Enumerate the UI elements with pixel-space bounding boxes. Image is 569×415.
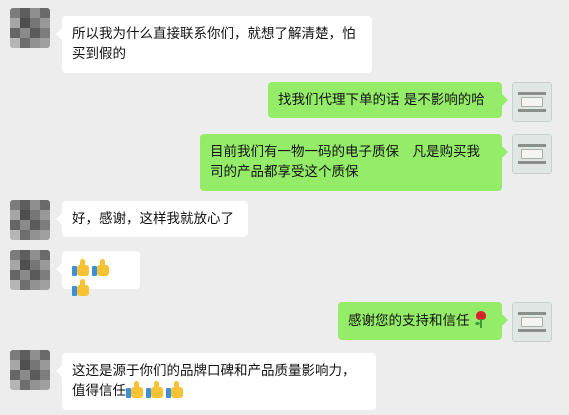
brand-logo-icon xyxy=(512,302,552,342)
message-text: 这还是源于你们的品牌口碑和产品质量影响力，值得信任 xyxy=(72,363,356,399)
message-text: 感谢您的支持和信任 xyxy=(348,313,470,329)
brand-logo-icon xyxy=(512,134,552,174)
thumbs-up-icon xyxy=(146,381,164,398)
my-avatar[interactable] xyxy=(512,302,552,342)
message-text: 所以我为什么直接联系你们，就想了解清楚，怕买到假的 xyxy=(72,26,356,62)
rose-icon xyxy=(474,310,488,328)
my-avatar[interactable] xyxy=(512,134,552,174)
mosaic-avatar-image xyxy=(10,8,50,48)
contact-avatar[interactable] xyxy=(10,200,50,240)
mosaic-avatar-image xyxy=(10,350,50,390)
mosaic-avatar-image xyxy=(10,250,50,290)
message-text: 目前我们有一物一码的电子质保 凡是购买我司的产品都享受这个质保 xyxy=(210,144,480,180)
thumbs-up-icon xyxy=(72,279,90,296)
thumbs-up-icon xyxy=(92,259,110,276)
message-bubble-incoming[interactable]: 所以我为什么直接联系你们，就想了解清楚，怕买到假的 xyxy=(56,16,372,73)
my-avatar[interactable] xyxy=(512,82,552,122)
message-text: 好，感谢，这样我就放心了 xyxy=(72,211,234,227)
contact-avatar[interactable] xyxy=(10,250,50,290)
brand-logo-icon xyxy=(512,82,552,122)
contact-avatar[interactable] xyxy=(10,350,50,390)
message-bubble-outgoing[interactable]: 目前我们有一物一码的电子质保 凡是购买我司的产品都享受这个质保 xyxy=(200,134,508,191)
message-bubble-incoming[interactable]: 好，感谢，这样我就放心了 xyxy=(56,201,248,237)
thumbs-up-icon xyxy=(72,259,90,276)
message-bubble-outgoing[interactable]: 感谢您的支持和信任 xyxy=(338,302,508,340)
thumbs-up-icon xyxy=(166,381,184,398)
message-bubble-outgoing[interactable]: 找我们代理下单的话 是不影响的哈 xyxy=(268,82,508,118)
message-text: 找我们代理下单的话 是不影响的哈 xyxy=(278,92,485,108)
mosaic-avatar-image xyxy=(10,200,50,240)
contact-avatar[interactable] xyxy=(10,8,50,48)
message-bubble-incoming[interactable] xyxy=(56,251,140,296)
chat-window: 所以我为什么直接联系你们，就想了解清楚，怕买到假的 找我们代理下单的话 是不影响… xyxy=(0,0,569,415)
thumbs-up-icon xyxy=(126,381,144,398)
message-bubble-incoming[interactable]: 这还是源于你们的品牌口碑和产品质量影响力，值得信任 xyxy=(56,353,376,410)
